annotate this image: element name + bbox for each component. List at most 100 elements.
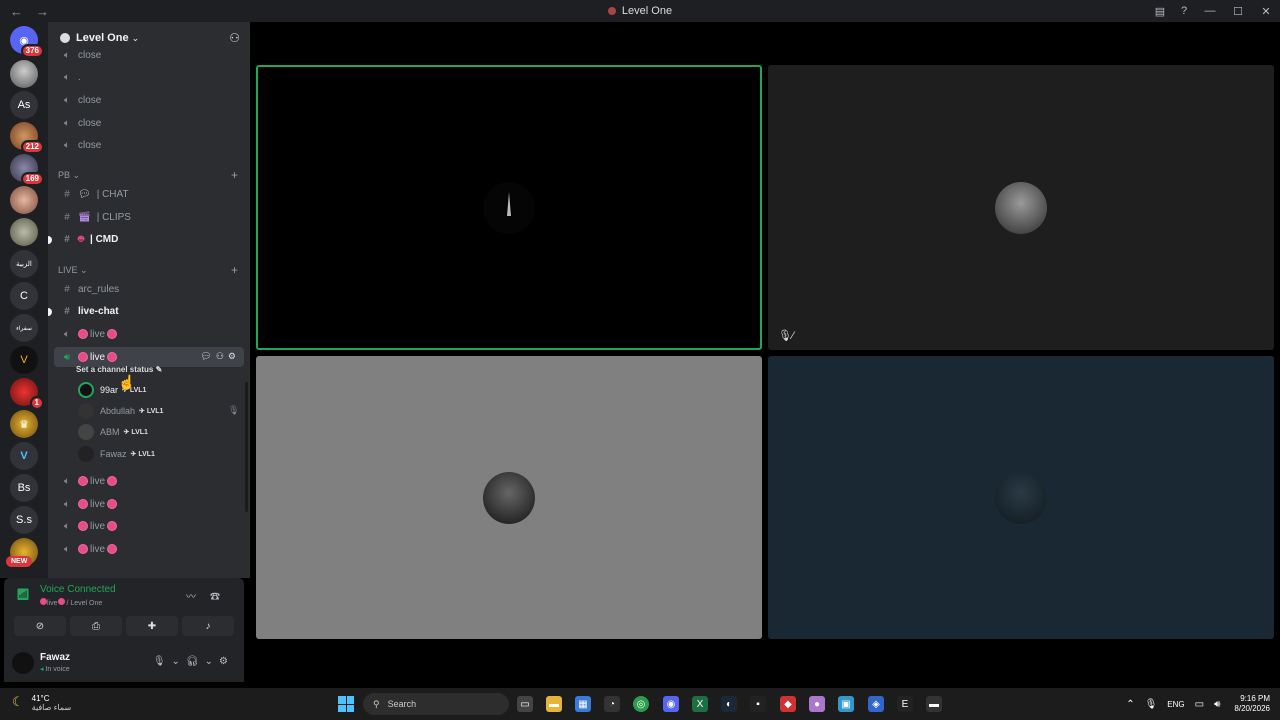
avatar[interactable]	[12, 652, 34, 674]
server-icon-crown[interactable]: ♛	[10, 410, 38, 438]
server-icon-ss[interactable]: S.s	[10, 506, 38, 534]
voice-channel-dot[interactable]: 🔈︎.	[54, 67, 244, 87]
voice-channel-live[interactable]: 🔈︎ live	[54, 324, 244, 344]
add-channel-icon[interactable]: +	[231, 168, 238, 182]
participant-tile[interactable]	[768, 356, 1274, 639]
excel-icon[interactable]: X	[692, 696, 708, 712]
add-user-icon[interactable]: ⚇	[229, 31, 240, 45]
voice-user[interactable]: Fawaz ✈ LVL1	[78, 445, 155, 463]
participant-tile[interactable]	[256, 356, 762, 639]
server-icon-6[interactable]: الزبية	[10, 250, 38, 278]
chevron-down-icon[interactable]: ⌄	[205, 656, 219, 667]
server-icon-5[interactable]	[10, 218, 38, 246]
app-icon[interactable]: ▣	[838, 696, 854, 712]
server-icon-7[interactable]: سفراء	[10, 314, 38, 342]
app-icon[interactable]: ◈	[868, 696, 884, 712]
voice-channel-link[interactable]: live / Level One	[40, 598, 102, 607]
set-channel-status[interactable]: Set a channel status ✎	[76, 365, 162, 374]
back-icon[interactable]: ←	[10, 4, 26, 19]
voice-user[interactable]: 99ar ✈ LVL1	[78, 381, 146, 399]
text-channel-cmd[interactable]: # 🤖︎ | CMD	[54, 229, 244, 249]
server-icon-8[interactable]: 1	[10, 378, 44, 410]
app-icon[interactable]: ▪	[750, 696, 766, 712]
server-icon-c[interactable]: C	[10, 282, 38, 310]
add-channel-icon[interactable]: +	[231, 263, 238, 277]
microphone-icon[interactable]: 🎙︎	[1145, 699, 1158, 710]
participant-tile[interactable]: 🎙︎⁄	[768, 65, 1274, 350]
microphone-icon[interactable]: 🎙︎	[153, 656, 172, 667]
file-explorer-icon[interactable]: ▬	[546, 696, 562, 712]
volume-icon[interactable]: 🔊︎	[1214, 699, 1220, 710]
signal-icon[interactable]: 📶︎	[16, 588, 30, 601]
text-channel-clips[interactable]: # 🎬︎ | CLIPS	[54, 207, 244, 227]
server-icon-2[interactable]: 212	[10, 122, 44, 154]
server-icon-3[interactable]: 169	[10, 154, 44, 186]
app-icon[interactable]: ◆	[780, 696, 796, 712]
server-icon-as[interactable]: As	[10, 91, 38, 119]
voice-channel-close[interactable]: 🔈︎ close	[54, 113, 244, 133]
maximize-icon[interactable]: ☐	[1224, 5, 1252, 18]
discord-icon[interactable]: ◉	[663, 696, 679, 712]
voice-channel-live[interactable]: 🔈︎ live	[54, 539, 244, 559]
app-icon[interactable]: ●	[809, 696, 825, 712]
gear-icon[interactable]: ⚙	[219, 656, 234, 667]
activities-button[interactable]: ✚	[126, 616, 178, 636]
server-icon-1[interactable]	[10, 60, 38, 88]
chevron-down-icon[interactable]: ⌄	[172, 656, 186, 667]
soundboard-button[interactable]: ♪	[182, 616, 234, 636]
speaker-icon: 🔊︎	[63, 351, 71, 363]
language-indicator[interactable]: ENG	[1167, 700, 1184, 709]
voice-user[interactable]: ABM ✈ LVL1	[78, 423, 148, 441]
camera-button[interactable]: ⊘	[14, 616, 66, 636]
chrome-icon[interactable]: ◎	[633, 696, 649, 712]
server-icon-4[interactable]	[10, 186, 38, 214]
chevron-up-icon[interactable]: ⌃	[1126, 699, 1134, 710]
voice-channel-close[interactable]: 🔈︎ close	[54, 90, 244, 110]
start-button[interactable]	[338, 696, 354, 712]
store-icon[interactable]: ▦	[575, 696, 591, 712]
scrollbar[interactable]	[245, 382, 248, 512]
steam-icon[interactable]: ◐	[721, 696, 737, 712]
headphones-icon[interactable]: 🎧︎	[186, 656, 205, 667]
voice-connected-status[interactable]: Voice Connected	[40, 584, 116, 595]
task-view-icon[interactable]: ▭	[517, 696, 533, 712]
disconnect-icon[interactable]: ☎	[210, 592, 234, 603]
voice-channel-live[interactable]: 🔈︎ live	[54, 471, 244, 491]
clock[interactable]: 9:16 PM 8/20/2026	[1234, 694, 1270, 714]
inbox-icon[interactable]: ▤	[1148, 5, 1172, 18]
app-icon[interactable]: ▬	[926, 696, 942, 712]
screen-share-button[interactable]: ⎙	[70, 616, 122, 636]
close-icon[interactable]: ✕	[1252, 5, 1280, 18]
category-live[interactable]: LIVE ⌄ +	[58, 263, 238, 277]
weather-widget[interactable]: ☾ 41°C سماء صافية	[12, 694, 71, 712]
new-badge[interactable]: NEW	[6, 556, 33, 567]
add-user-icon[interactable]: ⚇	[216, 351, 228, 361]
text-channel-arc-rules[interactable]: # arc_rules	[54, 279, 244, 299]
chat-icon[interactable]: 💬︎	[200, 351, 215, 361]
server-name: Level One	[76, 32, 129, 44]
participant-tile-speaking[interactable]	[256, 65, 762, 350]
help-icon[interactable]: ?	[1172, 5, 1196, 17]
voice-user[interactable]: Abdullah ✈ LVL1	[78, 402, 163, 420]
voice-channel-live[interactable]: 🔈︎ live	[54, 494, 244, 514]
text-channel-live-chat[interactable]: # live-chat	[54, 301, 244, 321]
network-icon[interactable]: ▭	[1195, 699, 1204, 710]
username[interactable]: Fawaz	[40, 652, 70, 663]
home-button[interactable]: ◉ 376	[10, 26, 44, 58]
voice-channel-live[interactable]: 🔈︎ live	[54, 516, 244, 536]
server-icon-v-blue[interactable]: V	[10, 442, 38, 470]
minimize-icon[interactable]: —	[1196, 5, 1224, 17]
text-channel-chat[interactable]: # 💬︎ | CHAT	[54, 184, 244, 204]
voice-channel-live-selected[interactable]: 🔊︎ live 💬︎⚇⚙	[54, 347, 244, 367]
server-icon-bs[interactable]: Bs	[10, 474, 38, 502]
voice-channel-close[interactable]: 🔈︎ close	[54, 45, 244, 65]
gear-icon[interactable]: ⚙	[228, 351, 240, 361]
category-pb[interactable]: PB ⌄ +	[58, 168, 238, 182]
epic-games-icon[interactable]: E	[897, 696, 913, 712]
server-icon-v-gold[interactable]: V	[10, 346, 38, 374]
taskbar-search[interactable]: ⚲ Search	[363, 693, 509, 715]
noise-suppression-icon[interactable]: 〰	[186, 592, 210, 603]
forward-icon[interactable]: →	[36, 4, 52, 19]
voice-channel-close[interactable]: 🔈︎ close	[54, 135, 244, 155]
app-icon[interactable]: ◔	[604, 696, 620, 712]
